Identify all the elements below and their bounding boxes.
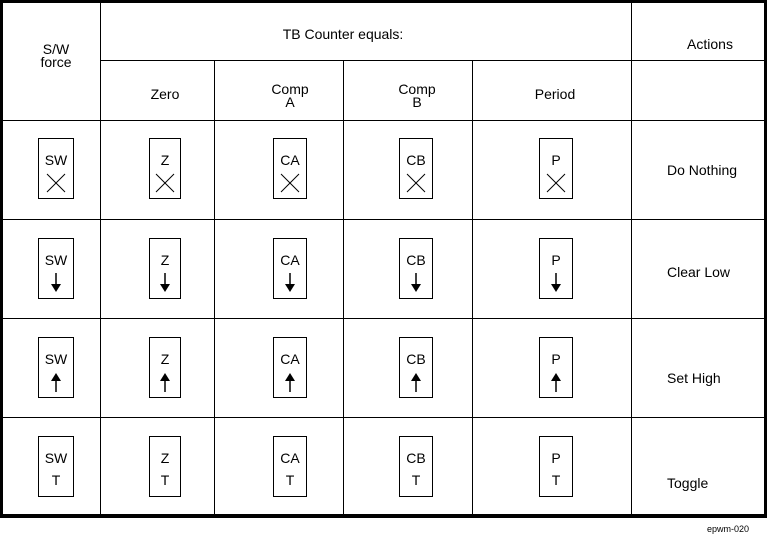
- event-box-comp-a-toggle: CA T: [273, 436, 307, 497]
- column-header-period: Period: [534, 86, 576, 102]
- event-box-comp-b-toggle: CB T: [399, 436, 433, 497]
- arrow-down-icon: [274, 273, 306, 295]
- action-label: Set High: [667, 370, 721, 386]
- divider: [100, 60, 764, 61]
- event-label: SW: [44, 351, 68, 367]
- action-qualifier-table: [0, 0, 767, 518]
- toggle-icon: T: [551, 472, 561, 488]
- figure-id: epwm-020: [706, 524, 749, 534]
- event-box-comp-a-arrow-up: CA: [273, 337, 307, 398]
- event-label: CA: [280, 351, 300, 367]
- event-box-sw-arrow-up: SW: [38, 337, 74, 398]
- event-box-comp-b-cross: CB: [399, 138, 433, 199]
- event-label: SW: [44, 152, 68, 168]
- event-box-comp-b-arrow-down: CB: [399, 238, 433, 299]
- sw-force-header: S/W force: [40, 41, 72, 70]
- column-header-comp-b: Comp B: [398, 81, 436, 110]
- cross-icon: [274, 173, 306, 195]
- cross-icon: [400, 173, 432, 195]
- event-box-period-cross: P: [539, 138, 573, 199]
- event-label: SW: [44, 450, 68, 466]
- event-label: Z: [160, 252, 170, 268]
- event-label: CB: [406, 450, 426, 466]
- event-box-comp-a-arrow-down: CA: [273, 238, 307, 299]
- event-box-zero-toggle: ZT: [149, 436, 181, 497]
- toggle-icon: T: [411, 472, 421, 488]
- arrow-up-icon: [540, 372, 572, 394]
- actions-header: Actions: [687, 36, 733, 52]
- event-label: P: [551, 252, 561, 268]
- event-label: Z: [160, 450, 170, 466]
- arrow-down-icon: [39, 273, 73, 295]
- arrow-down-icon: [150, 273, 180, 295]
- toggle-icon: T: [51, 472, 61, 488]
- divider: [3, 120, 764, 121]
- event-label: CA: [280, 252, 300, 268]
- event-box-zero-cross: Z: [149, 138, 181, 199]
- event-box-sw-toggle: SW T: [38, 436, 74, 497]
- event-box-comp-b-arrow-up: CB: [399, 337, 433, 398]
- toggle-icon: T: [160, 472, 170, 488]
- divider: [631, 3, 632, 514]
- arrow-down-icon: [400, 273, 432, 295]
- column-header-comp-a: Comp A: [271, 81, 309, 110]
- event-label: CA: [280, 152, 300, 168]
- divider: [214, 60, 215, 514]
- divider: [472, 60, 473, 514]
- arrow-up-icon: [274, 372, 306, 394]
- event-label: CB: [406, 152, 426, 168]
- tb-counter-header: TB Counter equals:: [282, 26, 404, 42]
- event-box-sw-cross: SW: [38, 138, 74, 199]
- action-label: Toggle: [667, 475, 709, 491]
- event-label: CB: [406, 351, 426, 367]
- event-box-period-toggle: PT: [539, 436, 573, 497]
- event-label: P: [551, 152, 561, 168]
- arrow-up-icon: [39, 372, 73, 394]
- toggle-icon: T: [285, 472, 295, 488]
- event-label: CA: [280, 450, 300, 466]
- column-header-zero: Zero: [150, 86, 180, 102]
- event-box-zero-arrow-up: Z: [149, 337, 181, 398]
- event-label: P: [551, 450, 561, 466]
- cross-icon: [150, 173, 180, 195]
- event-label: Z: [160, 351, 170, 367]
- event-label: SW: [44, 252, 68, 268]
- event-box-period-arrow-up: P: [539, 337, 573, 398]
- divider: [3, 219, 764, 220]
- event-label: Z: [160, 152, 170, 168]
- event-box-sw-arrow-down: SW: [38, 238, 74, 299]
- event-box-zero-arrow-down: Z: [149, 238, 181, 299]
- cross-icon: [540, 173, 572, 195]
- divider: [343, 60, 344, 514]
- divider: [100, 3, 101, 514]
- event-label: CB: [406, 252, 426, 268]
- event-label: P: [551, 351, 561, 367]
- action-label: Clear Low: [667, 264, 731, 280]
- arrow-up-icon: [400, 372, 432, 394]
- divider: [3, 417, 764, 418]
- arrow-down-icon: [540, 273, 572, 295]
- divider: [3, 318, 764, 319]
- arrow-up-icon: [150, 372, 180, 394]
- event-box-period-arrow-down: P: [539, 238, 573, 299]
- cross-icon: [39, 173, 73, 195]
- action-label: Do Nothing: [667, 162, 738, 178]
- event-box-comp-a-cross: CA: [273, 138, 307, 199]
